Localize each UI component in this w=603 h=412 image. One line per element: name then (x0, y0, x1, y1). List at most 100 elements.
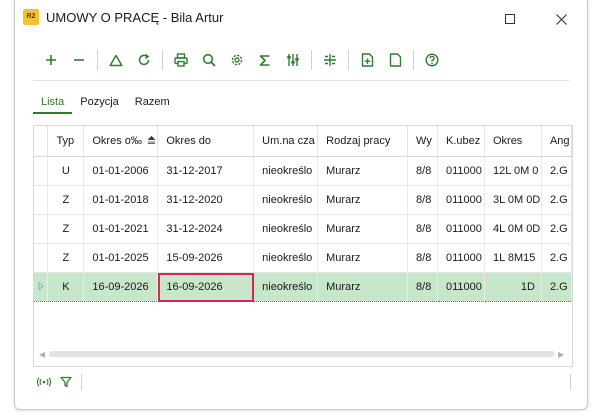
column-header-k-ubez[interactable]: K.ubez (437, 126, 485, 157)
cell-okres-do-focused[interactable]: 16-09-2026 (157, 272, 255, 302)
filter-button[interactable] (55, 370, 77, 394)
tab-pozycja[interactable]: Pozycja (72, 94, 127, 114)
sigma-icon (259, 54, 270, 66)
search-icon (202, 53, 216, 67)
document-button[interactable] (381, 48, 409, 72)
cell-okres-do[interactable]: 15-09-2026 (157, 243, 255, 273)
column-header-rodzaj-pracy[interactable]: Rodzaj pracy (317, 126, 409, 157)
cell-rodzaj-pracy[interactable]: Murarz (317, 243, 409, 273)
cell-okres-do[interactable]: 31-12-2017 (157, 156, 255, 186)
column-header-wy[interactable]: Wy (407, 126, 438, 157)
column-header-label: Okres o‰ (92, 135, 142, 147)
maximize-icon (505, 14, 515, 24)
refresh-button[interactable] (130, 48, 158, 72)
cell-typ[interactable]: Z (47, 243, 85, 273)
table-row[interactable]: Z 01-01-2025 15-09-2026 nieokreślo Murar… (34, 243, 572, 273)
close-button[interactable] (541, 6, 581, 32)
horizontal-scrollbar[interactable] (49, 351, 555, 357)
cell-ang[interactable]: 2.G (541, 214, 572, 244)
table-row[interactable]: Z 01-01-2021 31-12-2024 nieokreślo Murar… (34, 214, 572, 244)
add-button[interactable] (37, 48, 65, 72)
cell-um-na-czas[interactable]: nieokreślo (253, 185, 319, 215)
cell-okres-od[interactable]: 01-01-2025 (83, 243, 159, 273)
cell-typ[interactable]: Z (47, 214, 85, 244)
help-button[interactable] (418, 48, 446, 72)
row-marker (34, 156, 49, 186)
tab-lista[interactable]: Lista (33, 94, 73, 114)
cell-wy[interactable]: 8/8 (407, 156, 438, 186)
maximize-button[interactable] (490, 6, 530, 32)
cell-rodzaj-pracy[interactable]: Murarz (317, 185, 409, 215)
cell-okres[interactable]: 1L 8M15 (484, 243, 542, 273)
broadcast-icon (37, 377, 51, 387)
cell-wy[interactable]: 8/8 (407, 243, 438, 273)
cell-um-na-czas[interactable]: nieokreślo (253, 214, 319, 244)
print-button[interactable] (167, 48, 195, 72)
table-row[interactable]: U 01-01-2006 31-12-2017 nieokreślo Murar… (34, 156, 572, 186)
filter-settings-button[interactable] (279, 48, 307, 72)
column-header-ang[interactable]: Ang (541, 126, 572, 157)
tab-razem[interactable]: Razem (127, 94, 178, 114)
cell-ang[interactable]: 2.G (541, 272, 572, 302)
triangle-icon (109, 54, 123, 66)
cell-k-ubez[interactable]: 011000 (437, 243, 485, 273)
toolbar (37, 48, 446, 72)
window-title: UMOWY O PRACĘ - Bila Artur (46, 10, 224, 25)
cell-typ[interactable]: U (47, 156, 85, 186)
columns-button[interactable] (316, 48, 344, 72)
cell-um-na-czas[interactable]: nieokreślo (253, 243, 319, 273)
settings-button[interactable] (223, 48, 251, 72)
column-header-typ[interactable]: Typ (47, 126, 85, 157)
cell-okres-do[interactable]: 31-12-2024 (157, 214, 255, 244)
cell-wy[interactable]: 8/8 (407, 272, 438, 302)
cell-ang[interactable]: 2.G (541, 185, 572, 215)
table-row[interactable]: Z 01-01-2018 31-12-2020 nieokreślo Murar… (34, 185, 572, 215)
statusbar-separator (81, 374, 82, 390)
edit-button[interactable] (102, 48, 130, 72)
cell-k-ubez[interactable]: 011000 (437, 214, 485, 244)
toolbar-separator (97, 50, 98, 70)
cell-okres[interactable]: 4L 0M 0D (484, 214, 542, 244)
column-header-okres-do[interactable]: Okres do (157, 126, 255, 157)
cell-okres[interactable]: 3L 0M 0D (484, 185, 542, 215)
column-header-okres[interactable]: Okres (484, 126, 542, 157)
cell-um-na-czas[interactable]: nieokreślo (253, 156, 319, 186)
cell-okres-od[interactable]: 01-01-2018 (83, 185, 159, 215)
cell-typ[interactable]: Z (47, 185, 85, 215)
live-update-button[interactable] (33, 370, 55, 394)
cell-ang[interactable]: 2.G (541, 156, 572, 186)
cell-okres[interactable]: 12L 0M 0 (484, 156, 542, 186)
cell-okres-od[interactable]: 01-01-2021 (83, 214, 159, 244)
cell-wy[interactable]: 8/8 (407, 214, 438, 244)
cell-ang[interactable]: 2.G (541, 243, 572, 273)
cell-wy[interactable]: 8/8 (407, 185, 438, 215)
scroll-left-arrow[interactable]: ◀ (39, 350, 45, 359)
cell-rodzaj-pracy[interactable]: Murarz (317, 156, 409, 186)
cell-k-ubez[interactable]: 011000 (437, 185, 485, 215)
header-row: Typ Okres o‰ Okres do Um.na cza Rodzaj p… (34, 126, 572, 157)
cell-k-ubez[interactable]: 011000 (437, 272, 485, 302)
search-button[interactable] (195, 48, 223, 72)
cell-okres-od[interactable]: 01-01-2006 (83, 156, 159, 186)
cell-k-ubez[interactable]: 011000 (437, 156, 485, 186)
cell-rodzaj-pracy[interactable]: Murarz (317, 214, 409, 244)
table-row-selected[interactable]: K 16-09-2026 16-09-2026 nieokreślo Murar… (34, 272, 572, 302)
cell-okres-od[interactable]: 16-09-2026 (83, 272, 159, 302)
current-row-indicator (34, 272, 49, 302)
title-bar: R2 UMOWY O PRACĘ - Bila Artur (15, 0, 587, 36)
sum-button[interactable] (251, 48, 279, 72)
column-header-um-na-czas[interactable]: Um.na cza (253, 126, 319, 157)
toolbar-divider (33, 80, 569, 81)
cell-rodzaj-pracy[interactable]: Murarz (317, 272, 409, 302)
help-icon (425, 53, 439, 67)
column-header-okres-od[interactable]: Okres o‰ (83, 126, 159, 157)
row-marker-header (34, 126, 49, 157)
cell-okres[interactable]: 1D (484, 272, 542, 302)
add-document-button[interactable] (353, 48, 381, 72)
cell-typ[interactable]: K (47, 272, 85, 302)
scroll-right-arrow[interactable]: ▶ (558, 350, 564, 359)
cell-okres-do[interactable]: 31-12-2020 (157, 185, 255, 215)
remove-button[interactable] (65, 48, 93, 72)
print-icon (174, 53, 188, 67)
cell-um-na-czas[interactable]: nieokreślo (253, 272, 319, 302)
